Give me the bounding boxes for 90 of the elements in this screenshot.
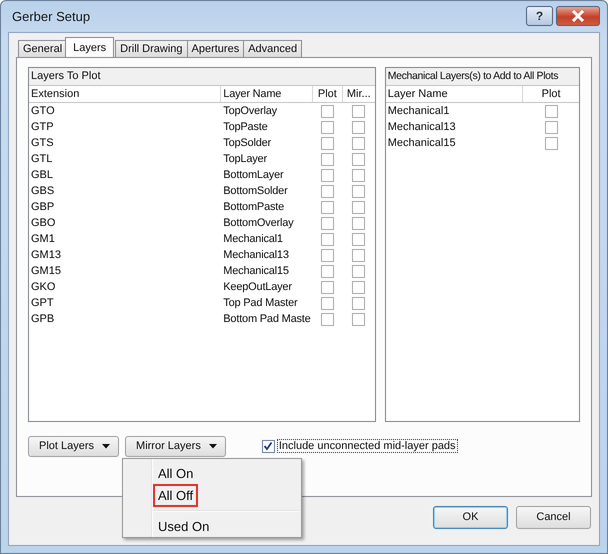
column-header[interactable]: Layer Name: [386, 86, 524, 102]
checkbox[interactable]: [544, 136, 558, 150]
table-cell-text: BottomLayer: [222, 169, 284, 181]
checkbox[interactable]: [544, 120, 558, 134]
checkbox[interactable]: [321, 296, 334, 310]
checkbox[interactable]: [321, 168, 334, 182]
menu-item[interactable]: Used On: [153, 514, 214, 538]
table-cell-text: Mechanical1: [386, 105, 450, 117]
table-cell-text: GBS: [30, 185, 56, 197]
dialog-button[interactable]: OK: [433, 506, 508, 528]
checkbox[interactable]: [544, 104, 558, 118]
table-cell-text: TopLayer: [222, 153, 268, 165]
checkbox[interactable]: [321, 104, 334, 118]
checkbox[interactable]: [352, 152, 366, 166]
close-button[interactable]: [556, 6, 600, 26]
column-header[interactable]: Plot: [312, 86, 343, 102]
table-cell-text: BottomOverlay: [222, 217, 294, 229]
table-cell-text: BottomPaste: [222, 201, 286, 213]
table-cell-text: GTO: [30, 105, 56, 117]
column-header[interactable]: Mir...: [342, 86, 375, 102]
table-cell-text: KeepOutLayer: [222, 281, 293, 293]
tab[interactable]: Drill Drawing: [115, 40, 188, 57]
checkbox[interactable]: [321, 264, 334, 278]
caret-icon: [102, 444, 110, 448]
column-header[interactable]: Plot: [523, 86, 579, 102]
checkbox[interactable]: [321, 248, 334, 262]
table-cell-text: BottomSolder: [222, 185, 289, 197]
table-cell-text: GTP: [30, 121, 55, 133]
table-cell-text: GTS: [30, 137, 55, 149]
caret-icon: [208, 444, 217, 448]
checkbox[interactable]: [262, 440, 275, 452]
table-title: Layers To Plot: [29, 68, 375, 86]
checkbox[interactable]: [352, 296, 366, 310]
checkbox[interactable]: [352, 104, 366, 118]
table-cell-text: Mechanical15: [386, 137, 457, 149]
table-cell-text: Bottom Pad Maste: [222, 313, 312, 325]
table-cell-text: Top Pad Master: [222, 297, 299, 309]
close-icon: [571, 10, 585, 22]
checkbox[interactable]: [352, 216, 366, 230]
checkbox[interactable]: [352, 248, 366, 262]
table-cell-text: Mechanical13: [222, 249, 290, 261]
checkbox[interactable]: [321, 216, 334, 230]
help-button[interactable]: ?: [526, 6, 553, 26]
column-header[interactable]: Extension: [29, 86, 222, 102]
checkbox[interactable]: [321, 120, 334, 134]
checkbox[interactable]: [321, 184, 334, 198]
checkbox[interactable]: [321, 200, 334, 214]
checkbox-label[interactable]: Include unconnected mid-layer pads: [276, 439, 458, 453]
table-title: Mechanical Layers(s) to Add to All Plots: [386, 68, 579, 86]
checkbox[interactable]: [321, 312, 334, 326]
tab[interactable]: Advanced: [243, 40, 302, 57]
checkbox[interactable]: [352, 232, 366, 246]
checkbox[interactable]: [352, 312, 366, 326]
dropdown-button[interactable]: Mirror Layers: [125, 436, 226, 456]
checkbox[interactable]: [352, 120, 366, 134]
table-cell-text: Mechanical13: [386, 121, 457, 133]
table-cell-text: GBP: [30, 201, 56, 213]
table-cell-text: TopOverlay: [222, 105, 278, 117]
checkbox[interactable]: [352, 168, 366, 182]
tab[interactable]: General: [18, 40, 68, 57]
checkbox[interactable]: [352, 264, 366, 278]
checkbox[interactable]: [321, 232, 334, 246]
table-cell-text: GTL: [30, 153, 54, 165]
table-cell-text: GKO: [30, 281, 56, 293]
checkbox[interactable]: [352, 280, 366, 294]
window-title: Gerber Setup: [11, 9, 90, 24]
table-cell-text: GPT: [30, 297, 55, 309]
table-cell-text: GBL: [30, 169, 54, 181]
column-header[interactable]: Layer Name: [221, 86, 313, 102]
checkbox[interactable]: [352, 200, 366, 214]
table-cell-text: GM15: [30, 265, 62, 277]
dialog-button[interactable]: Cancel: [516, 506, 591, 528]
checkbox[interactable]: [321, 136, 334, 150]
tab[interactable]: Apertures: [186, 40, 244, 57]
table-cell-text: GM13: [30, 249, 62, 261]
table-cell-text: Mechanical15: [222, 265, 290, 277]
table-cell-text: GPB: [30, 313, 56, 325]
menu-item[interactable]: All Off: [153, 484, 198, 506]
table-cell-text: GBO: [30, 217, 56, 229]
checkbox[interactable]: [321, 152, 334, 166]
checkbox[interactable]: [352, 136, 366, 150]
menu-item[interactable]: All On: [153, 462, 198, 484]
table-cell-text: Mechanical1: [222, 233, 284, 245]
table-cell-text: TopSolder: [222, 137, 272, 149]
checkbox[interactable]: [321, 280, 334, 294]
dropdown-button[interactable]: Plot Layers: [28, 436, 120, 456]
tab[interactable]: Layers: [65, 37, 114, 57]
table-cell-text: GM1: [30, 233, 56, 245]
checkbox[interactable]: [352, 184, 366, 198]
table-cell-text: TopPaste: [222, 121, 269, 133]
